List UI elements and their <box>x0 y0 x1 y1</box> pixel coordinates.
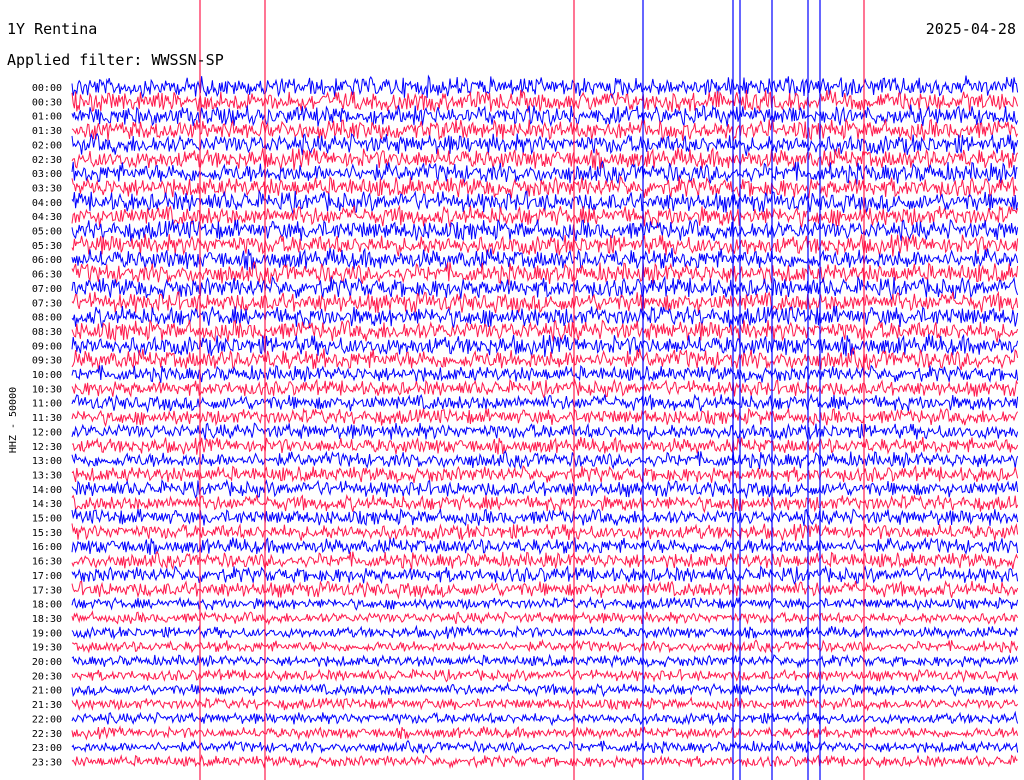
trace-row <box>71 710 1019 727</box>
trace-row <box>71 478 1019 500</box>
trace-row <box>71 596 1019 611</box>
hour-label: 15:30 <box>32 528 62 539</box>
hour-label: 10:30 <box>32 384 62 395</box>
trace-row <box>71 422 1019 442</box>
trace-row <box>71 624 1019 641</box>
trace-row <box>71 739 1019 755</box>
hour-label: 16:00 <box>32 542 62 553</box>
trace-row <box>71 305 1019 329</box>
hour-label: 04:30 <box>32 212 62 223</box>
hour-label: 23:30 <box>32 757 62 768</box>
hour-label: 21:00 <box>32 686 62 697</box>
trace-row <box>71 132 1019 156</box>
hour-label: 09:30 <box>32 356 62 367</box>
trace-row <box>71 493 1019 514</box>
trace-row <box>71 508 1019 527</box>
trace-row <box>71 696 1019 712</box>
hour-label: 09:00 <box>32 341 62 352</box>
trace-row <box>71 754 1018 770</box>
hour-label: 07:00 <box>32 284 62 295</box>
hour-label: 03:00 <box>32 169 62 180</box>
hour-label: 22:00 <box>32 714 62 725</box>
hour-label: 13:30 <box>32 470 62 481</box>
hour-label: 21:30 <box>32 700 62 711</box>
trace-row <box>71 449 1019 470</box>
trace-row <box>71 247 1019 271</box>
trace-row <box>71 668 1019 683</box>
hour-label: 22:30 <box>32 729 62 740</box>
hour-label: 00:00 <box>32 83 62 94</box>
trace-row <box>71 290 1019 314</box>
hour-label: 23:00 <box>32 743 62 754</box>
trace-row <box>71 536 1019 556</box>
trace-row <box>71 610 1019 626</box>
trace-row <box>71 275 1019 301</box>
hour-label: 12:30 <box>32 442 62 453</box>
trace-row <box>71 653 1019 669</box>
trace-row <box>71 638 1019 654</box>
station-title: 1Y Rentina <box>7 20 98 38</box>
hour-label: 01:00 <box>32 112 62 123</box>
hour-label: 03:30 <box>32 183 62 194</box>
hour-label: 17:00 <box>32 571 62 582</box>
hour-label: 08:30 <box>32 327 62 338</box>
hour-label: 06:00 <box>32 255 62 266</box>
trace-row <box>71 681 1018 698</box>
helicorder-plot: 00:00 00:30 01:00 01:30 02:00 02:30 03:00 03:30… <box>8 0 1019 780</box>
seismogram-traces <box>71 0 1019 780</box>
hour-label: 14:30 <box>32 499 62 510</box>
hour-label: 04:00 <box>32 198 62 209</box>
trace-row <box>71 218 1019 242</box>
date-title: 2025-04-28 <box>925 20 1016 38</box>
hour-label: 14:00 <box>32 485 62 496</box>
hour-label: 00:30 <box>32 97 62 108</box>
trace-row <box>71 565 1019 585</box>
hour-label: 02:00 <box>32 140 62 151</box>
trace-row <box>71 74 1019 100</box>
hour-label: 02:30 <box>32 155 62 166</box>
hour-label: 19:30 <box>32 643 62 654</box>
hour-label: 17:30 <box>32 585 62 596</box>
trace-row <box>71 523 1019 542</box>
hour-label: 18:30 <box>32 614 62 625</box>
trace-row <box>71 333 1019 357</box>
hour-label: 20:30 <box>32 671 62 682</box>
hour-label: 11:30 <box>32 413 62 424</box>
trace-row <box>71 318 1019 343</box>
trace-row <box>71 464 1019 484</box>
hour-label: 20:00 <box>32 657 62 668</box>
hour-labels: 00:00 00:30 01:00 01:30 02:00 02:30 03:00 03:30… <box>32 83 62 768</box>
hour-label: 16:30 <box>32 557 62 568</box>
hour-label: 06:30 <box>32 270 62 281</box>
trace-row <box>71 580 1019 600</box>
trace-row <box>71 550 1019 571</box>
hour-label: 10:00 <box>32 370 62 381</box>
hour-label: 07:30 <box>32 298 62 309</box>
y-axis-label: HHZ - 50000 <box>8 387 19 453</box>
trace-row <box>71 89 1019 113</box>
hour-label: 01:30 <box>32 126 62 137</box>
trace-row <box>71 725 1019 741</box>
filter-label: Applied filter: WWSSN-SP <box>7 51 224 69</box>
hour-label: 19:00 <box>32 628 62 639</box>
trace-row <box>71 234 1019 257</box>
hour-label: 18:00 <box>32 600 62 611</box>
trace-row <box>71 378 1019 399</box>
hour-label: 05:00 <box>32 227 62 238</box>
hour-label: 12:00 <box>32 427 62 438</box>
hour-label: 11:00 <box>32 399 62 410</box>
trace-row <box>71 407 1019 428</box>
hour-label: 13:00 <box>32 456 62 467</box>
hour-label: 15:00 <box>32 514 62 525</box>
hour-label: 08:00 <box>32 313 62 324</box>
hour-label: 05:30 <box>32 241 62 252</box>
trace-row <box>71 393 1019 414</box>
trace-row <box>71 260 1019 286</box>
